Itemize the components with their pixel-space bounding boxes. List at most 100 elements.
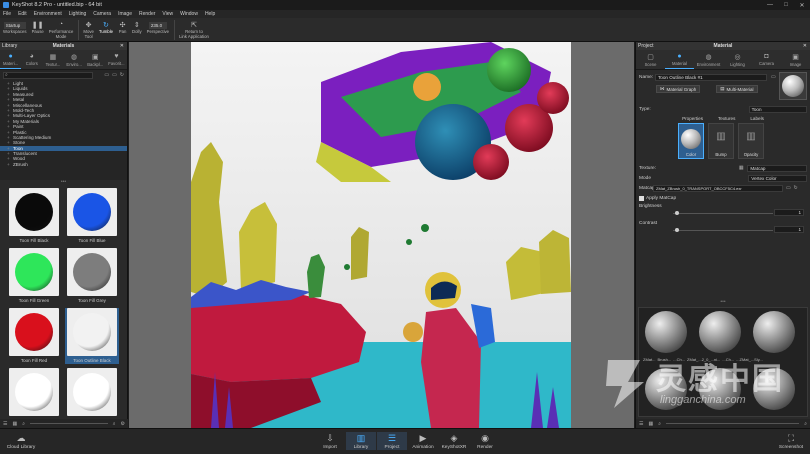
grid-view-icon[interactable]: ▦ [12, 421, 17, 427]
matcap-thumb[interactable] [699, 368, 741, 410]
menu-image[interactable]: Image [118, 11, 132, 17]
matcap-thumb[interactable] [753, 311, 795, 353]
splitter-handle[interactable]: ••• [636, 300, 810, 306]
library-button[interactable]: ▥ Library [346, 432, 376, 450]
tab-scene[interactable]: ▢ Scene [636, 50, 665, 69]
folder-add-icon[interactable]: ▭ [112, 72, 117, 78]
matcap-thumb[interactable] [753, 368, 795, 410]
material-thumb[interactable]: Toon Fill Red [7, 308, 61, 364]
matcap-thumb[interactable] [645, 311, 687, 353]
material-link-icon[interactable]: ▭ [771, 75, 776, 80]
material-thumb[interactable]: Toon Fill Grey [65, 248, 119, 304]
search-input[interactable]: ⌕ [3, 71, 93, 79]
tree-item[interactable]: ZBrush [0, 162, 127, 168]
keyshotxr-button[interactable]: ◈ KeyShotXR [439, 432, 469, 451]
tab-environments[interactable]: ◍ Enviro... [64, 50, 85, 69]
material-thumb[interactable]: Toon Fill Blue [65, 188, 119, 244]
refresh-icon[interactable]: ↻ [120, 72, 124, 78]
menu-edit[interactable]: Edit [18, 11, 27, 17]
folder-icon[interactable]: ▭ [786, 186, 791, 191]
tab-textures[interactable]: ▦ Textur... [42, 50, 63, 69]
contrast-knob[interactable] [675, 228, 679, 232]
library-close-icon[interactable]: ✕ [120, 43, 124, 49]
material-name-field[interactable]: Toon Outline Black #1 [655, 73, 767, 81]
tumble-button[interactable]: ↻ Tumble [99, 18, 113, 35]
matcap-thumb[interactable] [699, 311, 741, 353]
material-thumb[interactable] [7, 368, 61, 424]
list-view-icon[interactable]: ☰ [3, 421, 7, 427]
texture-type-select[interactable]: Matcap [747, 164, 807, 172]
settings-icon[interactable]: ⚙ [121, 421, 125, 427]
contrast-slider[interactable]: 1 [639, 226, 807, 233]
zoom-in-icon[interactable]: ⌕ [804, 421, 807, 427]
matcap-file-field[interactable]: ZMat_ZBrush_0_TRANSPORT_OBCCF5C4.exr [653, 184, 783, 192]
material-thumb[interactable]: Toon Fill Green [7, 248, 61, 304]
thumbnail-size-slider[interactable] [30, 423, 108, 424]
menu-file[interactable]: File [3, 11, 11, 17]
menu-environment[interactable]: Environment [34, 11, 62, 17]
material-type-select[interactable]: Toon [748, 105, 807, 113]
project-close-icon[interactable]: ✕ [803, 43, 807, 49]
menu-view[interactable]: View [162, 11, 173, 17]
screenshot-button[interactable]: ⛶ Screenshot [774, 432, 808, 451]
subtab-textures[interactable]: Textures [718, 116, 735, 121]
tab-environment[interactable]: ◍ Environment [694, 50, 723, 69]
workspace-select[interactable]: Startup [3, 22, 26, 29]
pan-button[interactable]: ✣ Pan [118, 18, 127, 35]
tab-materials[interactable]: ● Materi... [0, 50, 22, 69]
zoom-out-icon[interactable]: ⌕ [22, 421, 25, 427]
channel-bump[interactable]: ▥ Bump [708, 123, 734, 159]
channel-color[interactable]: Color [678, 123, 704, 159]
refresh-icon[interactable]: ↻ [794, 186, 798, 191]
dolly-button[interactable]: ⇕ Dolly [132, 18, 142, 35]
pause-button[interactable]: ❚❚ Pause [32, 18, 44, 35]
tab-colors[interactable]: ◕ Colors [21, 50, 42, 69]
render-button[interactable]: ◉ Render [470, 432, 500, 451]
minimize-button[interactable]: — [762, 0, 778, 10]
folder-icon[interactable]: ▭ [104, 72, 109, 78]
move-tool-button[interactable]: ✥ Move Tool [83, 18, 94, 39]
return-to-link-button[interactable]: ⇱ Return to Link Application [179, 18, 209, 39]
tab-material[interactable]: ● Material [665, 50, 694, 69]
menu-window[interactable]: Window [180, 11, 198, 17]
tab-favorites[interactable]: ♥ Favorit... [106, 50, 127, 69]
tab-backplates[interactable]: ▣ Backpl... [85, 50, 106, 69]
cloud-library-button[interactable]: ☁ Cloud Library [4, 432, 38, 451]
maximize-button[interactable]: □ [778, 0, 794, 10]
zoom-out-icon[interactable]: ⌕ [658, 421, 661, 427]
zoom-in-icon[interactable]: ⌕ [113, 421, 116, 427]
thumbnail-size-slider[interactable] [666, 423, 800, 424]
brightness-knob[interactable] [675, 211, 679, 215]
tab-lighting[interactable]: ◎ Lighting [723, 50, 752, 69]
menu-render[interactable]: Render [139, 11, 155, 17]
contrast-value[interactable]: 1 [774, 226, 804, 233]
channel-opacity[interactable]: ▥ Opacity [738, 123, 764, 159]
matcap-thumb[interactable] [645, 368, 687, 410]
grid-view-icon[interactable]: ▦ [648, 421, 653, 427]
menu-camera[interactable]: Camera [93, 11, 111, 17]
list-view-icon[interactable]: ☰ [639, 421, 643, 427]
material-thumb[interactable]: Toon Outline Black [65, 308, 119, 364]
menu-help[interactable]: Help [205, 11, 215, 17]
performance-mode-button[interactable]: ◔ Performance Mode [49, 18, 74, 39]
material-graph-button[interactable]: ⋈ Material Graph [656, 85, 701, 93]
animation-button[interactable]: ▶ Animation [408, 432, 438, 451]
material-preview[interactable] [779, 72, 807, 100]
subtab-properties[interactable]: Properties [682, 116, 703, 121]
subtab-labels[interactable]: Labels [750, 116, 764, 121]
apply-matcap-checkbox[interactable] [639, 195, 644, 201]
project-button[interactable]: ☰ Project [377, 432, 407, 450]
menu-lighting[interactable]: Lighting [69, 11, 87, 17]
tab-camera[interactable]: ◘ Camera [752, 50, 781, 69]
realtime-viewport[interactable] [129, 42, 634, 428]
brightness-slider[interactable]: 1 [639, 209, 807, 216]
tab-image[interactable]: ▣ Image [781, 50, 810, 69]
close-button[interactable]: ✕ [794, 0, 810, 10]
multi-material-button[interactable]: ▤ Multi-Material [716, 85, 758, 93]
import-button[interactable]: ⇩ Import [315, 432, 345, 451]
render-image[interactable] [191, 42, 571, 428]
material-thumb[interactable] [65, 368, 119, 424]
material-thumb[interactable]: Toon Fill Black [7, 188, 61, 244]
brightness-value[interactable]: 1 [774, 209, 804, 216]
perspective-value-field[interactable]: 235.0 [148, 22, 167, 29]
